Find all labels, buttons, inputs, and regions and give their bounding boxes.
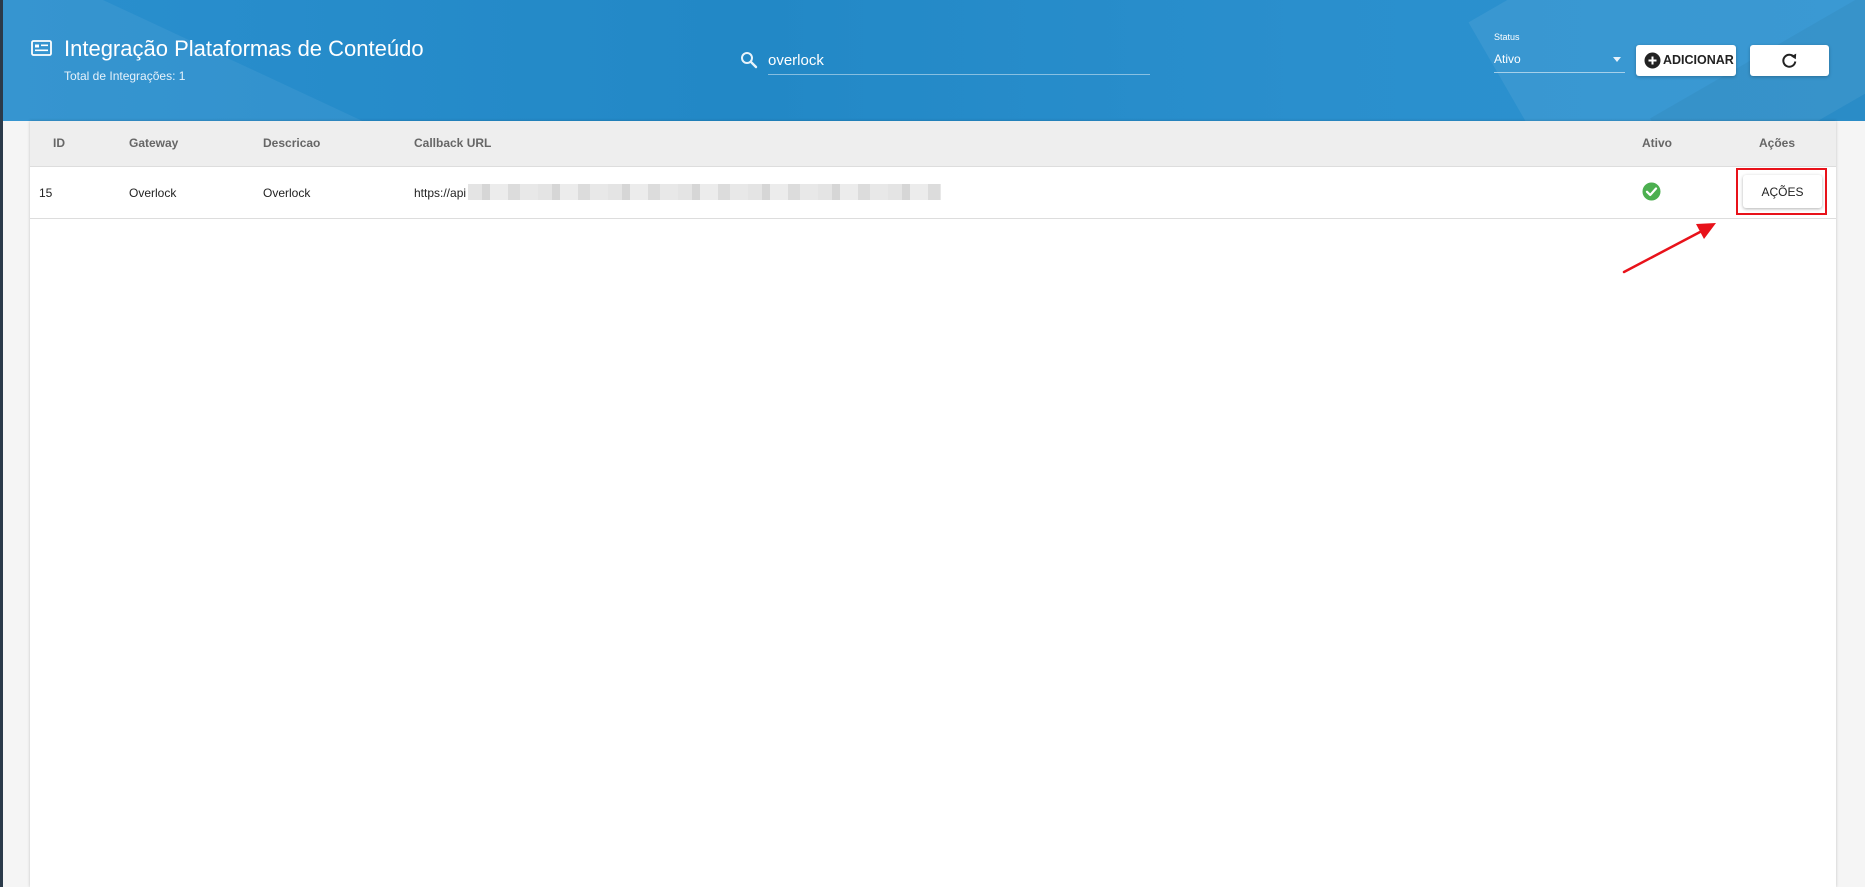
page-header: Integração Plataformas de Conteúdo Total… — [0, 0, 1865, 121]
redacted-url-blur — [468, 184, 941, 200]
search-bar — [740, 46, 1150, 78]
cell-gateway: Overlock — [129, 186, 177, 200]
search-input[interactable] — [768, 46, 1150, 75]
refresh-icon — [1782, 53, 1797, 68]
app-window: Integração Plataformas de Conteúdo Total… — [0, 0, 1865, 887]
window-edge — [0, 0, 3, 887]
table-row: 15 Overlock Overlock https://api AÇÕES — [30, 167, 1836, 219]
integrations-table: ID Gateway Descricao Callback URL Ativo … — [30, 121, 1836, 887]
chevron-down-icon — [1613, 57, 1621, 62]
actions-button[interactable]: AÇÕES — [1743, 175, 1822, 208]
page-title: Integração Plataformas de Conteúdo — [64, 36, 424, 61]
status-filter-label: Status — [1494, 32, 1520, 42]
column-header-ativo: Ativo — [1642, 136, 1672, 150]
cell-callback-url: https://api — [414, 186, 467, 200]
add-button-label: ADICIONAR — [1663, 53, 1734, 67]
column-header-descricao: Descricao — [263, 136, 321, 150]
column-header-gateway: Gateway — [129, 136, 179, 150]
status-filter: Status Ativo — [1494, 32, 1625, 73]
check-circle-icon — [1642, 182, 1661, 201]
integration-count: Total de Integrações: 1 — [64, 69, 186, 83]
cell-id: 15 — [39, 186, 53, 200]
refresh-button[interactable] — [1750, 45, 1829, 76]
search-icon — [741, 52, 758, 69]
table-header: ID Gateway Descricao Callback URL Ativo … — [30, 121, 1836, 167]
plus-circle-icon — [1644, 52, 1661, 69]
column-header-callback-url: Callback URL — [414, 136, 492, 150]
column-header-acoes: Ações — [1759, 136, 1796, 150]
list-card-icon — [31, 40, 52, 56]
cell-descricao: Overlock — [263, 186, 311, 200]
actions-button-label: AÇÕES — [1761, 185, 1804, 199]
add-integration-button[interactable]: ADICIONAR — [1636, 45, 1736, 76]
status-select[interactable]: Ativo — [1494, 48, 1625, 73]
column-header-id: ID — [53, 136, 65, 150]
status-selected-value: Ativo — [1494, 52, 1521, 66]
